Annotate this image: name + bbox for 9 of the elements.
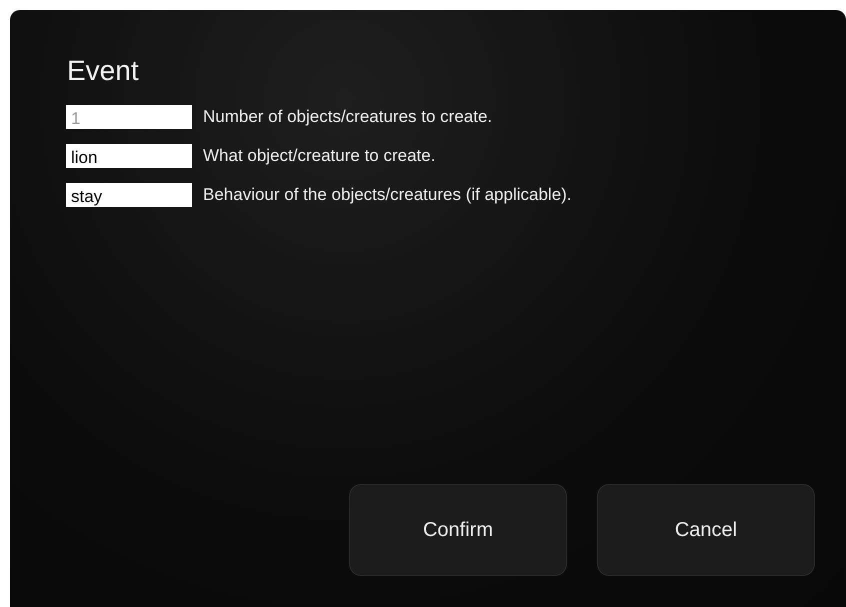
cancel-button[interactable]: Cancel [597,484,815,576]
input-field[interactable]: lion [66,144,192,168]
input-field[interactable]: stay [66,183,192,207]
input-field[interactable]: 1 [66,105,192,129]
confirm-button[interactable]: Confirm [349,484,567,576]
dialog-title: Event [67,54,140,88]
field-label: Number of objects/creatures to create. [203,106,492,128]
field-label: What object/creature to create. [203,145,436,168]
field-label: Behaviour of the objects/creatures (if applicable). [203,184,572,206]
